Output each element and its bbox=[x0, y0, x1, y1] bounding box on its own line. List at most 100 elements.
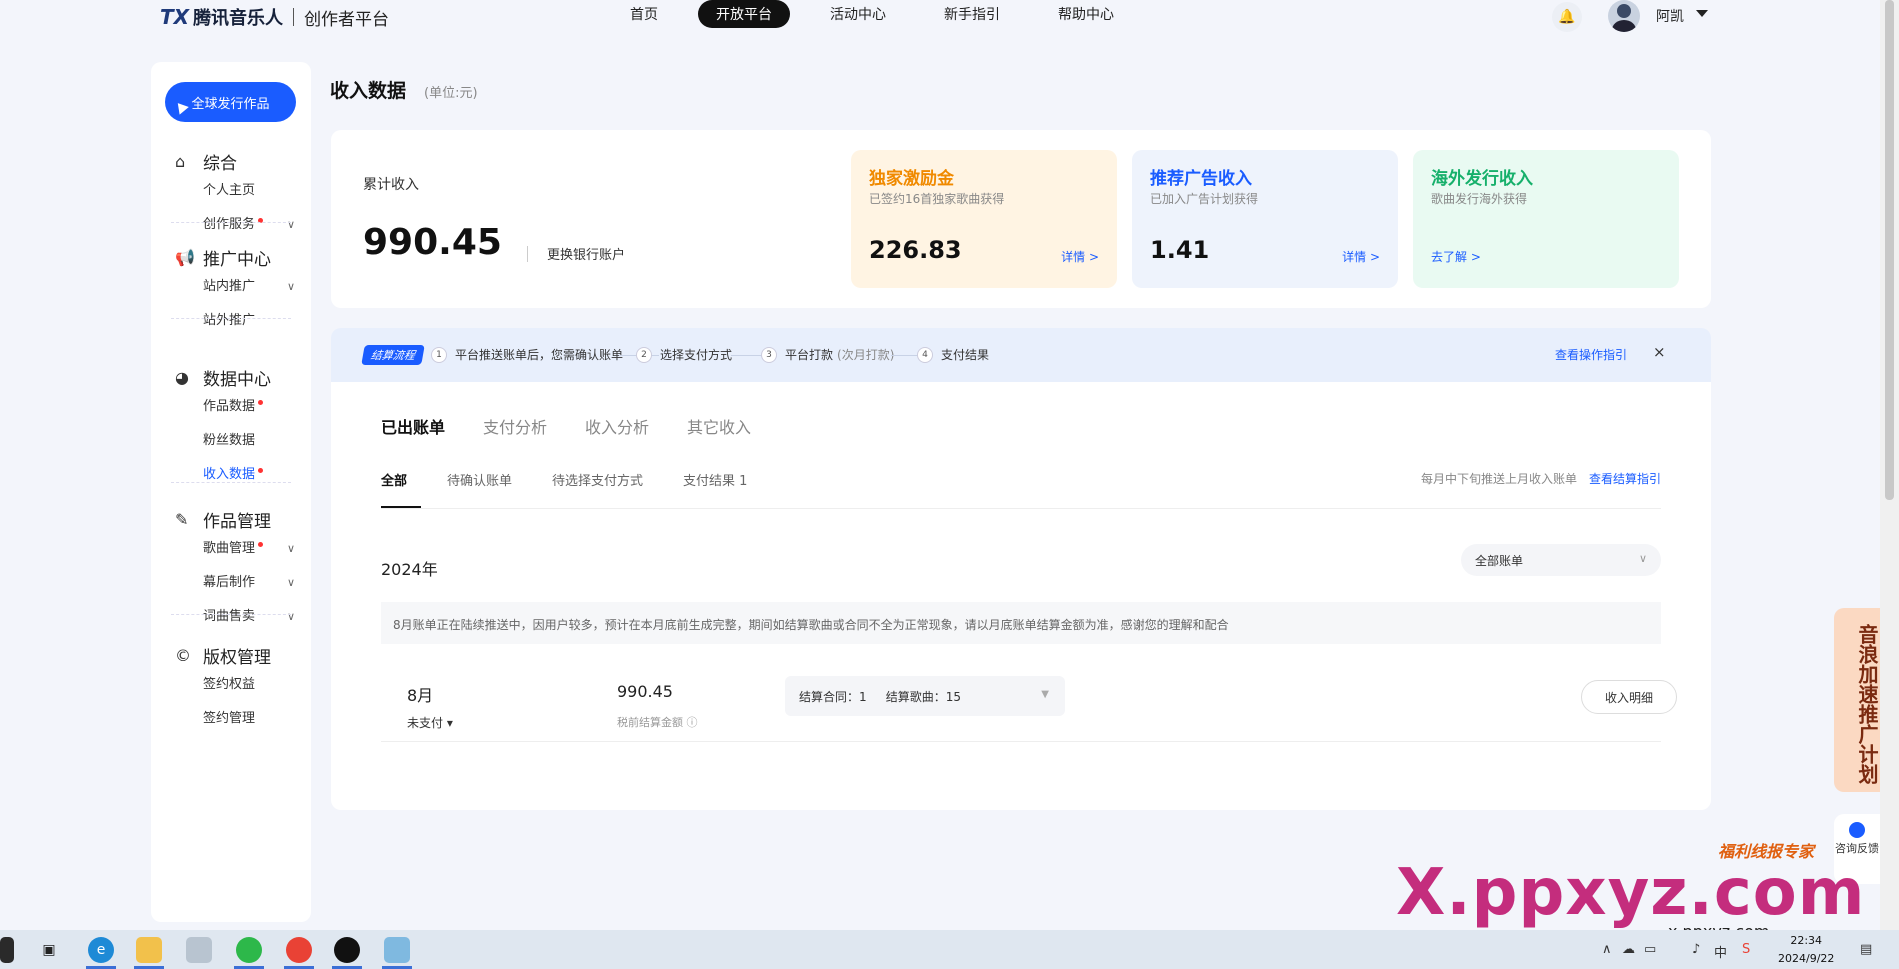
bill-push-note: 每月中下旬推送上月收入账单 bbox=[1421, 472, 1578, 486]
bill-filter-select[interactable]: 全部账单 ∨ bbox=[1461, 544, 1661, 576]
change-bank-account-link[interactable]: 更换银行账户 bbox=[547, 244, 625, 263]
sidebar-group-promotion: 📢 推广中心 站内推广 ∨ 站外推广 bbox=[175, 244, 295, 338]
nav-activity-center[interactable]: 活动中心 bbox=[830, 0, 886, 28]
total-income-label: 累计收入 bbox=[363, 177, 419, 193]
caret-down-icon: ▼ bbox=[1041, 689, 1049, 700]
sidebar-item-lyrics-sale[interactable]: 词曲售卖 ∨ bbox=[175, 600, 295, 634]
tabs-divider bbox=[381, 508, 1661, 509]
flow-step-3: 3 平台打款 (次月打款) bbox=[761, 346, 894, 363]
sidebar-item-work-data[interactable]: 作品数据 bbox=[175, 390, 295, 424]
bill-status: 未支付 bbox=[407, 716, 444, 730]
tab-issued-bills[interactable]: 已出账单 bbox=[381, 414, 445, 438]
card-learn-more-link[interactable]: 去了解 > bbox=[1431, 248, 1481, 265]
notes-icon[interactable] bbox=[384, 937, 410, 963]
help-icon[interactable]: ⓘ bbox=[687, 716, 698, 729]
network-icon[interactable]: ▭ bbox=[1644, 942, 1656, 957]
clock-date: 2024/9/22 bbox=[1778, 952, 1835, 965]
ime-indicator[interactable]: 中 bbox=[1714, 942, 1727, 961]
sidebar-group-title[interactable]: 📢 推广中心 bbox=[175, 244, 295, 270]
sidebar-item-fan-data[interactable]: 粉丝数据 bbox=[175, 424, 295, 458]
step-number: 3 bbox=[761, 346, 777, 363]
sidebar-group-label: 推广中心 bbox=[203, 249, 271, 270]
sidebar-group-title[interactable]: ◕ 数据中心 bbox=[175, 364, 295, 390]
sidebar-group-title[interactable]: ✎ 作品管理 bbox=[175, 506, 295, 532]
tab-income-analysis[interactable]: 收入分析 bbox=[585, 414, 649, 438]
income-summary: 累计收入 990.45 更换银行账户 独家激励金 已签约16首独家歌曲获得 22… bbox=[331, 130, 1711, 308]
sidebar-item-creation-service[interactable]: 创作服务 ∨ bbox=[175, 208, 295, 242]
wechat-icon[interactable] bbox=[236, 937, 262, 963]
sidebar-group-copyright: © 版权管理 签约权益 签约管理 bbox=[175, 642, 295, 736]
tab-payment-result[interactable]: 支付结果 1 bbox=[683, 470, 747, 489]
tab-pending-confirm[interactable]: 待确认账单 bbox=[447, 470, 512, 489]
sidebar-item-contract-rights[interactable]: 签约权益 bbox=[175, 668, 295, 702]
nav-help-center[interactable]: 帮助中心 bbox=[1058, 0, 1114, 28]
bill-amount: 990.45 bbox=[617, 682, 673, 701]
sidebar-item-personal-home[interactable]: 个人主页 bbox=[175, 174, 295, 208]
close-icon[interactable]: × bbox=[1653, 343, 1666, 361]
nav-beginner-guide[interactable]: 新手指引 bbox=[944, 0, 1000, 28]
username[interactable]: 阿凯 bbox=[1656, 6, 1684, 26]
amount-label-text: 税前结算金额 bbox=[617, 716, 683, 729]
bill-status-dropdown[interactable]: 未支付 ▾ bbox=[407, 714, 453, 731]
tab-payment-analysis[interactable]: 支付分析 bbox=[483, 414, 547, 438]
divider bbox=[527, 246, 528, 262]
caret-down-icon[interactable] bbox=[1696, 10, 1708, 17]
sidebar-item-income-data[interactable]: 收入数据 bbox=[175, 458, 295, 492]
sidebar-divider bbox=[171, 318, 291, 319]
step-sublabel: (次月打款) bbox=[837, 348, 895, 362]
sogou-icon[interactable]: S bbox=[1742, 942, 1750, 957]
scrollbar[interactable] bbox=[1880, 0, 1899, 930]
card-details-link[interactable]: 详情 > bbox=[1061, 248, 1099, 265]
sidebar-item-song-management[interactable]: 歌曲管理 ∨ bbox=[175, 532, 295, 566]
nav-home[interactable]: 首页 bbox=[630, 0, 658, 28]
avatar[interactable] bbox=[1608, 0, 1640, 32]
card-subtitle: 歌曲发行海外获得 bbox=[1431, 192, 1528, 206]
tab-all[interactable]: 全部 bbox=[381, 470, 407, 489]
pie-chart-icon: ◕ bbox=[175, 367, 189, 387]
card-details-link[interactable]: 详情 > bbox=[1342, 248, 1380, 265]
image-viewer-icon[interactable] bbox=[186, 937, 212, 963]
publish-global-button[interactable]: 全球发行作品 bbox=[165, 82, 296, 122]
sidebar-item-internal-promo[interactable]: 站内推广 ∨ bbox=[175, 270, 295, 304]
start-icon[interactable] bbox=[0, 937, 14, 963]
chevron-down-icon: ∨ bbox=[286, 576, 295, 589]
bill-year: 2024年 bbox=[381, 560, 438, 579]
volume-icon[interactable]: ♪ bbox=[1692, 942, 1700, 957]
record-icon[interactable] bbox=[334, 937, 360, 963]
chevron-down-icon: ∨ bbox=[1638, 552, 1647, 565]
scroll-thumb[interactable] bbox=[1885, 0, 1894, 500]
income-details-button[interactable]: 收入明细 bbox=[1581, 680, 1677, 714]
sidebar-item-label: 粉丝数据 bbox=[203, 433, 256, 448]
sidebar-item-label: 幕后制作 bbox=[203, 575, 256, 590]
sidebar-item-external-promo[interactable]: 站外推广 bbox=[175, 304, 295, 338]
notification-icon[interactable]: ▤ bbox=[1860, 942, 1872, 957]
settlement-flow-bar: 结算流程 1 平台推送账单后，您需确认账单 2 选择支付方式 3 平台打款 (次月打款)… bbox=[331, 328, 1711, 382]
chevron-up-icon[interactable]: ∧ bbox=[1602, 942, 1612, 957]
bell-icon[interactable]: 🔔 bbox=[1552, 2, 1582, 32]
sidebar-item-contract-management[interactable]: 签约管理 bbox=[175, 702, 295, 736]
tab-other-income[interactable]: 其它收入 bbox=[687, 414, 751, 438]
edge-browser-icon[interactable]: e bbox=[88, 937, 114, 963]
settlement-guide-link[interactable]: 查看结算指引 bbox=[1589, 470, 1661, 487]
sidebar-group-label: 版权管理 bbox=[203, 647, 271, 668]
sidebar-group-title[interactable]: © 版权管理 bbox=[175, 642, 295, 668]
system-clock[interactable]: 22:34 2024/9/22 bbox=[1778, 932, 1834, 968]
sidebar-group-title[interactable]: ⌂ 综合 bbox=[175, 148, 295, 174]
page-unit: (单位:元) bbox=[424, 86, 478, 101]
tab-pending-payment-method[interactable]: 待选择支付方式 bbox=[552, 470, 643, 489]
settlement-contracts: 结算合同：1 bbox=[799, 690, 867, 704]
sidebar-item-production[interactable]: 幕后制作 ∨ bbox=[175, 566, 295, 600]
chrome-icon[interactable] bbox=[286, 937, 312, 963]
logo-separator bbox=[293, 8, 295, 26]
chevron-down-icon: ∨ bbox=[286, 542, 295, 555]
nav-open-platform[interactable]: 开放平台 bbox=[698, 0, 790, 28]
taskbar: ▣ e ∧ ☁ ▭ ♪ 中 S 22:34 2024/9/22 ▤ bbox=[0, 930, 1899, 969]
view-guide-link[interactable]: 查看操作指引 bbox=[1555, 346, 1627, 363]
settlement-info-dropdown[interactable]: 结算合同：1 结算歌曲：15 ▼ bbox=[785, 676, 1065, 716]
file-explorer-icon[interactable] bbox=[136, 937, 162, 963]
cloud-icon[interactable]: ☁ bbox=[1622, 942, 1635, 957]
promo-banner[interactable]: 音浪加速推广计划 bbox=[1834, 608, 1882, 792]
task-view-icon[interactable]: ▣ bbox=[36, 937, 62, 963]
logo[interactable]: TX 腾讯音乐人 创作者平台 bbox=[160, 4, 389, 30]
copyright-icon: © bbox=[175, 645, 191, 665]
